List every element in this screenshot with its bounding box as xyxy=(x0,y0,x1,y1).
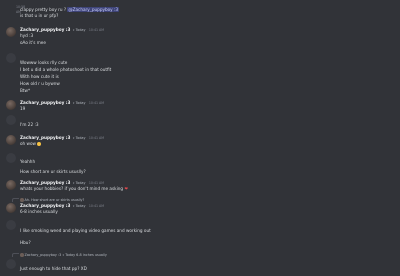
author-name[interactable]: Zachary_puppyboy :3 xyxy=(20,180,70,185)
message-timestamp: 10:41 AM xyxy=(88,101,104,105)
message-text: I bet u did a whole photoshoot in that o… xyxy=(20,67,112,72)
author-name[interactable]: Zachary_puppyboy :3 xyxy=(20,203,70,208)
message-group[interactable]: Zachary_puppyboy :3 ⭑ Today 10:41 AM 19 xyxy=(0,100,400,116)
sad-face-emoji-icon xyxy=(37,142,42,146)
avatar[interactable] xyxy=(6,100,16,110)
avatar[interactable] xyxy=(6,203,16,213)
status-badge: ⭑ Today xyxy=(72,28,86,32)
message-text: whats your hobbies? if you don't mind me… xyxy=(20,186,128,191)
message-row[interactable]: oAo it's mee xyxy=(0,40,400,47)
message-timestamp: 10:41 AM xyxy=(88,136,104,140)
message-group[interactable]: Zachary_puppyboy :3 ⭑ Today 10:41 AM 6-8… xyxy=(0,203,400,219)
message-group[interactable]: I'm 22 :3 xyxy=(0,115,400,127)
message-group[interactable]: Yeahhh xyxy=(0,153,400,164)
author-name[interactable]: Zachary_puppyboy :3 xyxy=(20,135,70,140)
reply-reference[interactable]: Zachary_puppyboy :3 ⭑ Today 6-8 inches u… xyxy=(12,253,390,258)
avatar xyxy=(20,198,24,202)
message-row[interactable]: I bet u did a whole photoshoot in that o… xyxy=(0,67,400,74)
message-text: Hbu? xyxy=(20,240,31,245)
avatar[interactable] xyxy=(6,180,16,190)
avatar[interactable] xyxy=(6,27,16,37)
message-row[interactable]: With how cute it is xyxy=(0,74,400,81)
status-badge: ⭑ Today xyxy=(72,204,86,208)
message-text: Just enough to hide that pp? XD xyxy=(20,266,87,271)
message-group[interactable]: Just enough to hide that pp? XD xyxy=(0,259,400,271)
message-group[interactable]: Zachary_puppyboy :3 ⭑ Today 10:41 AM oh … xyxy=(0,135,400,151)
author-name[interactable]: Zachary_puppyboy :3 xyxy=(20,100,70,105)
message-row[interactable]: Hbu? xyxy=(0,240,400,247)
message-text: How short are ur skirts ususlly? xyxy=(20,169,86,174)
status-badge: ⭑ Today xyxy=(72,136,86,140)
message-text: hyd :3 xyxy=(20,33,34,38)
message-row[interactable]: is that u in ur pfp? xyxy=(0,13,400,20)
message-row[interactable]: Btw* xyxy=(0,88,400,95)
avatar xyxy=(20,253,24,257)
message-text: Yeahhh xyxy=(20,159,36,164)
message-row[interactable]: How old r u bywnw xyxy=(0,81,400,88)
message-text: 6-8 inches usually xyxy=(20,209,58,214)
reply-preview[interactable]: Zachary_puppyboy :3 ⭑ Today 6-8 inches u… xyxy=(0,253,400,258)
reply-connector-icon xyxy=(12,198,19,202)
message-text: With how cute it is xyxy=(20,74,59,79)
message-row[interactable]: How short are ur skirts ususlly? xyxy=(0,169,400,176)
message-row[interactable]: 10:58 AM clappy pretty boy ru ? @Zachary… xyxy=(0,5,400,14)
chat-message-list: 10:58 AM clappy pretty boy ru ? @Zachary… xyxy=(0,0,400,276)
avatar[interactable] xyxy=(6,115,16,125)
message-timestamp: 10:41 AM xyxy=(88,181,104,185)
message-text: oh wow xyxy=(20,141,390,147)
message-text: Btw* xyxy=(20,88,31,93)
message-text: Wowww looks rlly cute xyxy=(20,60,68,65)
user-mention[interactable]: @Zachary_puppyboy :3 xyxy=(67,7,120,12)
avatar[interactable] xyxy=(6,53,16,63)
message-group[interactable]: Zachary_puppyboy :3 ⭑ Today 10:41 AM wha… xyxy=(0,180,400,196)
message-text: oAo it's mee xyxy=(20,40,46,45)
author-name[interactable]: Zachary_puppyboy :3 xyxy=(20,27,70,32)
message-text: How old r u bywnw xyxy=(20,81,60,86)
message-group[interactable]: I like smoking weed and playing video ga… xyxy=(0,220,400,233)
message-group[interactable]: Wowww looks rlly cute xyxy=(0,53,400,65)
heart-emoji-icon: ❤ xyxy=(124,186,128,191)
avatar[interactable] xyxy=(6,259,16,269)
message-text: is that u in ur pfp? xyxy=(20,13,59,18)
status-badge: ⭑ Today xyxy=(72,181,86,185)
message-timestamp: 10:41 AM xyxy=(88,204,104,208)
avatar[interactable] xyxy=(6,135,16,145)
avatar[interactable] xyxy=(6,153,16,163)
reply-connector-icon xyxy=(12,253,19,257)
message-text: 19 xyxy=(20,106,26,111)
message-text: I like smoking weed and playing video ga… xyxy=(20,228,151,233)
message-text: I'm 22 :3 xyxy=(20,122,39,127)
avatar[interactable] xyxy=(6,220,16,230)
status-badge: ⭑ Today xyxy=(72,101,86,105)
message-timestamp: 10:41 AM xyxy=(88,28,104,32)
